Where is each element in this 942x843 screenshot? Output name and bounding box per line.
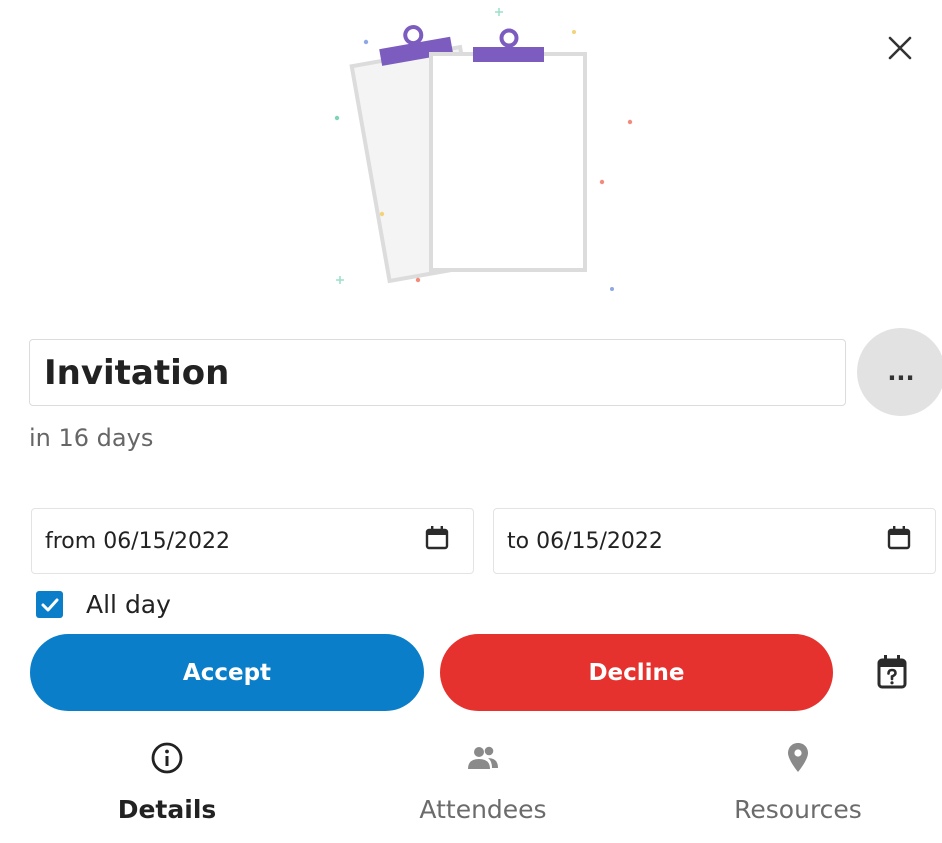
close-button[interactable] — [880, 28, 920, 68]
tab-resources[interactable]: Resources — [688, 738, 908, 833]
tab-resources-label: Resources — [734, 795, 862, 824]
calendar-question-icon[interactable] — [876, 654, 908, 690]
accept-label: Accept — [182, 659, 272, 686]
location-pin-icon — [788, 743, 808, 772]
decline-button[interactable]: Decline — [440, 634, 833, 711]
calendar-icon[interactable] — [887, 525, 911, 551]
calendar-icon[interactable] — [425, 525, 449, 551]
all-day-label: All day — [86, 590, 171, 619]
more-icon: ... — [887, 358, 915, 386]
close-icon — [888, 36, 912, 60]
start-date-field[interactable]: from 06/15/2022 — [31, 508, 474, 574]
accept-button[interactable]: Accept — [30, 634, 424, 711]
tab-details[interactable]: Details — [57, 738, 277, 833]
end-date-text: to 06/15/2022 — [507, 528, 663, 554]
tab-details-label: Details — [117, 795, 217, 824]
event-title-text: Invitation — [44, 352, 230, 393]
clipboard-illustration — [334, 8, 633, 291]
start-date-text: from 06/15/2022 — [45, 528, 230, 554]
relative-time-label: in 16 days — [29, 424, 154, 452]
tab-attendees-label: Attendees — [419, 795, 547, 824]
info-icon — [151, 742, 183, 774]
people-icon — [468, 746, 498, 769]
more-options-button[interactable]: ... — [857, 328, 942, 416]
tab-attendees[interactable]: Attendees — [373, 738, 593, 833]
checkmark-icon — [41, 598, 58, 611]
all-day-checkbox[interactable] — [36, 591, 63, 618]
all-day-toggle[interactable]: All day — [36, 590, 171, 619]
end-date-field[interactable]: to 06/15/2022 — [493, 508, 936, 574]
event-title-input[interactable]: Invitation — [29, 339, 846, 406]
decline-label: Decline — [588, 659, 685, 686]
